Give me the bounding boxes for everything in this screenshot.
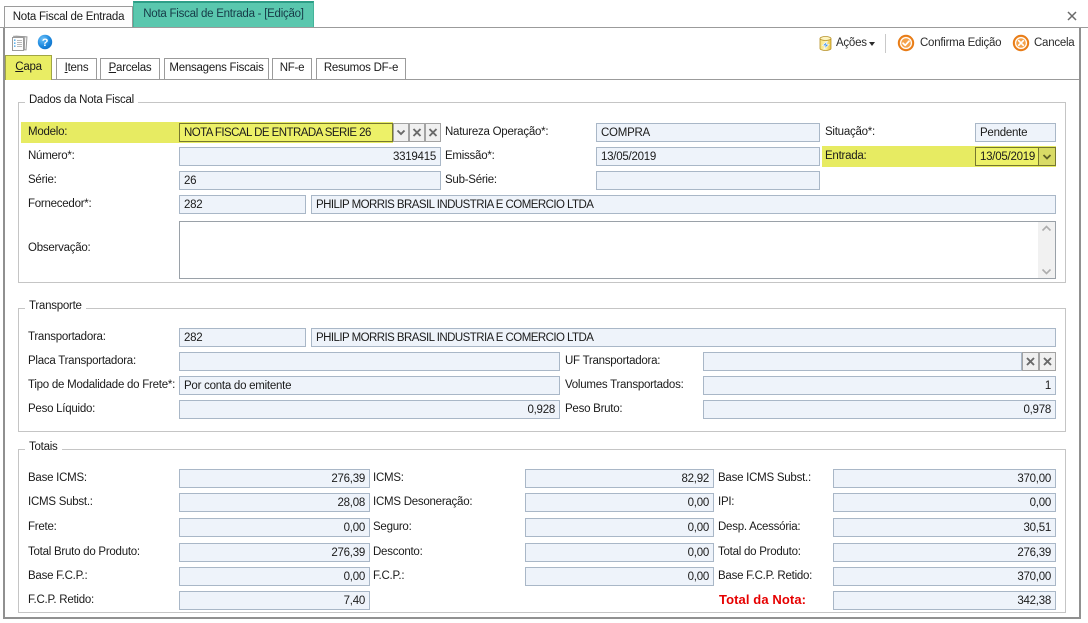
- svg-text:?: ?: [42, 37, 49, 49]
